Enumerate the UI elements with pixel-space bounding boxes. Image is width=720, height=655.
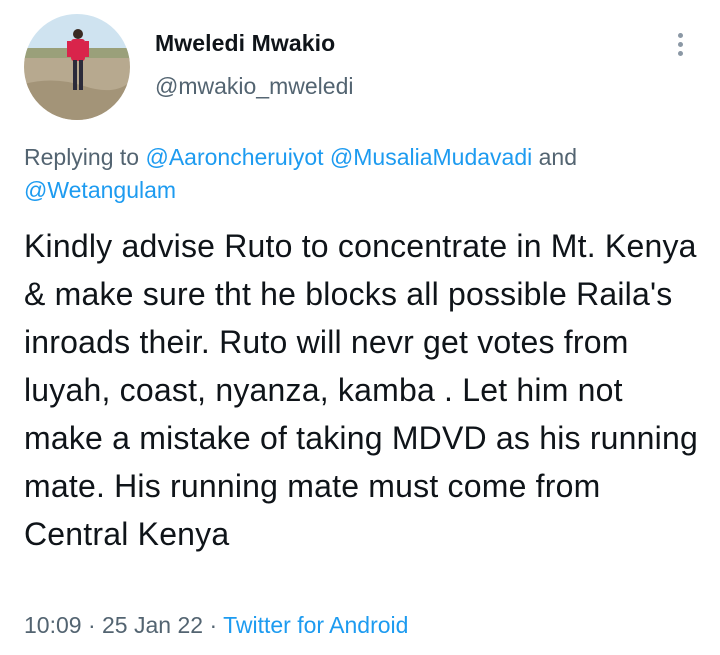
- more-vertical-icon-dot: [677, 41, 683, 47]
- author-handle[interactable]: @mwakio_mweledi: [155, 73, 353, 100]
- meta-separator: ·: [209, 612, 218, 638]
- meta-separator: ·: [87, 612, 96, 638]
- replying-prefix: Replying to: [24, 144, 146, 170]
- more-vertical-icon: [677, 32, 683, 38]
- replying-conjunction: and: [538, 144, 578, 170]
- profile-photo: [24, 14, 130, 120]
- more-options-button[interactable]: [662, 26, 698, 62]
- tweet-source-link[interactable]: Twitter for Android: [223, 612, 408, 638]
- tweet-date[interactable]: 25 Jan 22: [102, 612, 203, 638]
- mention-link[interactable]: @MusaliaMudavadi: [330, 144, 532, 170]
- more-vertical-icon-dot: [677, 50, 683, 56]
- mention-link[interactable]: @Aaroncheruiyot: [145, 144, 323, 170]
- replying-to-line: Replying to @Aaroncheruiyot @MusaliaMuda…: [24, 141, 684, 207]
- tweet-time[interactable]: 10:09: [24, 612, 82, 638]
- tweet-text: Kindly advise Ruto to concentrate in Mt.…: [24, 228, 698, 552]
- avatar[interactable]: [24, 14, 130, 120]
- tweet-meta: 10:09 · 25 Jan 22 · Twitter for Android: [24, 612, 408, 639]
- mention-link[interactable]: @Wetangulam: [24, 177, 176, 203]
- author-display-name[interactable]: Mweledi Mwakio: [155, 30, 335, 57]
